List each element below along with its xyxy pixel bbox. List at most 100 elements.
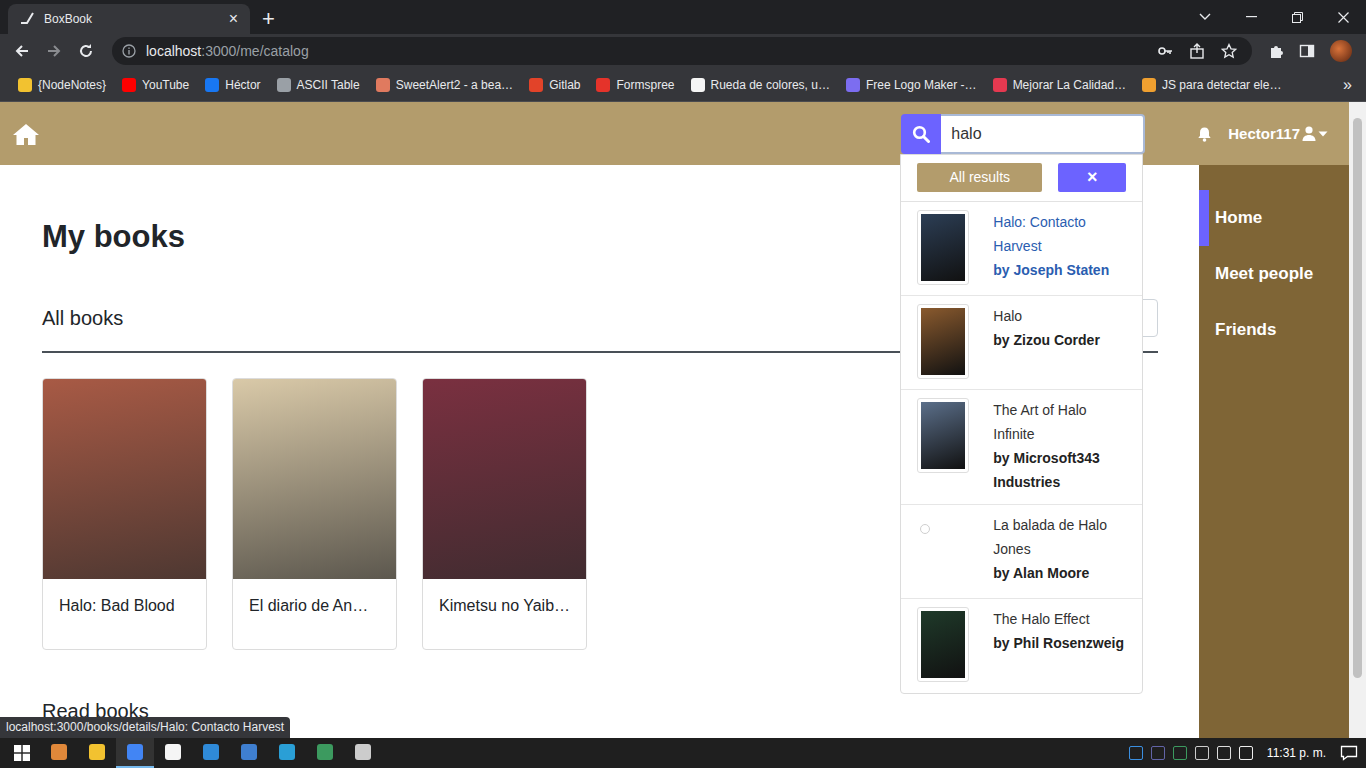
all-results-button[interactable]: All results — [917, 163, 1042, 192]
cover-frame — [917, 607, 969, 682]
book-cover — [921, 214, 965, 281]
bookmark[interactable]: YouTube — [114, 78, 197, 92]
tray-icon[interactable] — [1217, 746, 1231, 760]
cover-frame — [917, 513, 969, 588]
taskbar-app[interactable] — [268, 738, 306, 768]
book-card[interactable]: Kimetsu no Yaib… — [422, 378, 587, 650]
bookmark-favicon-icon — [846, 78, 860, 92]
bookmark[interactable]: {NodeNotes} — [10, 78, 114, 92]
bookmark[interactable]: SweetAlert2 - a bea… — [368, 78, 521, 92]
taskbar-app[interactable] — [154, 738, 192, 768]
book-cover — [921, 402, 965, 469]
new-tab-button[interactable]: + — [262, 4, 275, 34]
close-window-icon[interactable] — [1320, 0, 1366, 34]
address-bar[interactable]: localhost:3000/me/catalog — [112, 37, 1252, 65]
bookmark-favicon-icon — [122, 78, 136, 92]
reload-icon[interactable] — [72, 37, 100, 65]
scrollbar[interactable] — [1349, 102, 1366, 738]
result-author: by Alan Moore — [993, 561, 1130, 585]
bookmark[interactable]: Héctor — [197, 78, 268, 92]
clock[interactable]: 11:31 p. m. — [1261, 746, 1332, 760]
result-text: Halo: Contacto Harvestby Joseph Staten — [993, 210, 1130, 285]
result-title: The Art of Halo Infinite — [993, 398, 1130, 446]
search-result[interactable]: Halo: Contacto Harvestby Joseph Staten — [901, 202, 1142, 296]
profile-avatar-icon[interactable] — [1330, 40, 1352, 62]
book-card[interactable]: Halo: Bad Blood — [42, 378, 207, 650]
notifications-icon[interactable] — [1340, 745, 1358, 761]
boxbook-favicon-icon — [20, 11, 36, 27]
forward-arrow-icon[interactable] — [40, 37, 68, 65]
share-icon[interactable] — [1184, 38, 1210, 64]
taskbar-app[interactable] — [192, 738, 230, 768]
tray-icon[interactable] — [1195, 746, 1209, 760]
bookmark-label: Mejorar La Calidad… — [1013, 78, 1126, 92]
address-bar-actions — [1152, 38, 1242, 64]
sidebar-item[interactable]: Friends — [1199, 302, 1349, 358]
tray-icon[interactable] — [1173, 746, 1187, 760]
bookmark[interactable]: ASCII Table — [269, 78, 368, 92]
app-icon — [355, 744, 371, 760]
side-panel-icon[interactable] — [1294, 38, 1320, 64]
bookmark-label: YouTube — [142, 78, 189, 92]
book-cover — [423, 379, 586, 579]
web-app: All results × Halo: Contacto Harvestby Jos… — [0, 102, 1366, 738]
result-text: The Halo Effectby Phil Rosenzweig — [993, 607, 1130, 683]
search-result[interactable]: The Halo Effectby Phil Rosenzweig — [901, 599, 1142, 693]
taskbar-app[interactable] — [344, 738, 382, 768]
search-icon[interactable] — [901, 114, 941, 154]
scrollbar-thumb[interactable] — [1353, 118, 1362, 678]
user-menu[interactable]: Hector117 — [1228, 125, 1328, 142]
book-cover — [233, 379, 396, 579]
search-result[interactable]: La balada de Halo Jonesby Alan Moore — [901, 505, 1142, 599]
key-icon[interactable] — [1152, 38, 1178, 64]
restore-icon[interactable] — [1274, 0, 1320, 34]
search-dropdown: All results × Halo: Contacto Harvestby Jos… — [900, 154, 1143, 694]
tab-close-button[interactable]: × — [225, 10, 242, 28]
tray-icon[interactable] — [1239, 746, 1253, 760]
taskbar-app[interactable] — [78, 738, 116, 768]
tray-icon[interactable] — [1151, 746, 1165, 760]
app-icon — [203, 744, 219, 760]
bookmark-favicon-icon — [691, 78, 705, 92]
taskbar-app[interactable] — [40, 738, 78, 768]
bookmarks-bar: {NodeNotes} YouTube HéctorASCII Table Sweet… — [0, 68, 1366, 102]
bookmark-label: Rueda de colores, u… — [711, 78, 830, 92]
search-result[interactable]: Haloby Zizou Corder — [901, 296, 1142, 390]
result-title: Halo — [993, 304, 1130, 328]
bookmark-favicon-icon — [18, 78, 32, 92]
bookmark[interactable]: Formspree — [588, 78, 682, 92]
more-bookmarks-button[interactable]: » — [1337, 76, 1358, 94]
result-title: Halo: Contacto Harvest — [993, 210, 1130, 258]
taskbar-app[interactable] — [306, 738, 344, 768]
bookmark-label: SweetAlert2 - a bea… — [396, 78, 513, 92]
windows-start-icon[interactable] — [4, 738, 40, 768]
bell-icon[interactable] — [1197, 126, 1212, 142]
book-card[interactable]: El diario de An… — [232, 378, 397, 650]
bookmark-favicon-icon — [376, 78, 390, 92]
extensions-puzzle-icon[interactable] — [1264, 38, 1290, 64]
minimize-icon[interactable] — [1228, 0, 1274, 34]
taskbar-app[interactable] — [116, 738, 154, 768]
sidebar-item[interactable]: Meet people — [1199, 246, 1349, 302]
bookmark[interactable]: Mejorar La Calidad… — [985, 78, 1134, 92]
search-result[interactable]: The Art of Halo Infiniteby Microsoft343 … — [901, 390, 1142, 505]
back-arrow-icon[interactable] — [8, 37, 36, 65]
tab-search-chevron-icon[interactable] — [1182, 0, 1228, 34]
bookmark[interactable]: Free Logo Maker -… — [838, 78, 985, 92]
home-icon[interactable] — [12, 122, 40, 146]
star-icon[interactable] — [1216, 38, 1242, 64]
bookmark[interactable]: Gitlab — [521, 78, 588, 92]
browser-tab[interactable]: BoxBook× — [8, 4, 250, 34]
sidebar-item[interactable]: Home — [1199, 190, 1349, 246]
bookmark-favicon-icon — [596, 78, 610, 92]
window-controls — [1182, 0, 1366, 34]
sidebar-label: Home — [1215, 208, 1262, 228]
bookmark-label: Formspree — [616, 78, 674, 92]
search-input[interactable] — [941, 114, 1145, 154]
close-dropdown-button[interactable]: × — [1058, 163, 1126, 192]
taskbar-app[interactable] — [230, 738, 268, 768]
book-cover — [43, 379, 206, 579]
bookmark[interactable]: JS para detectar ele… — [1134, 78, 1289, 92]
bookmark[interactable]: Rueda de colores, u… — [683, 78, 838, 92]
tray-icon[interactable] — [1129, 746, 1143, 760]
